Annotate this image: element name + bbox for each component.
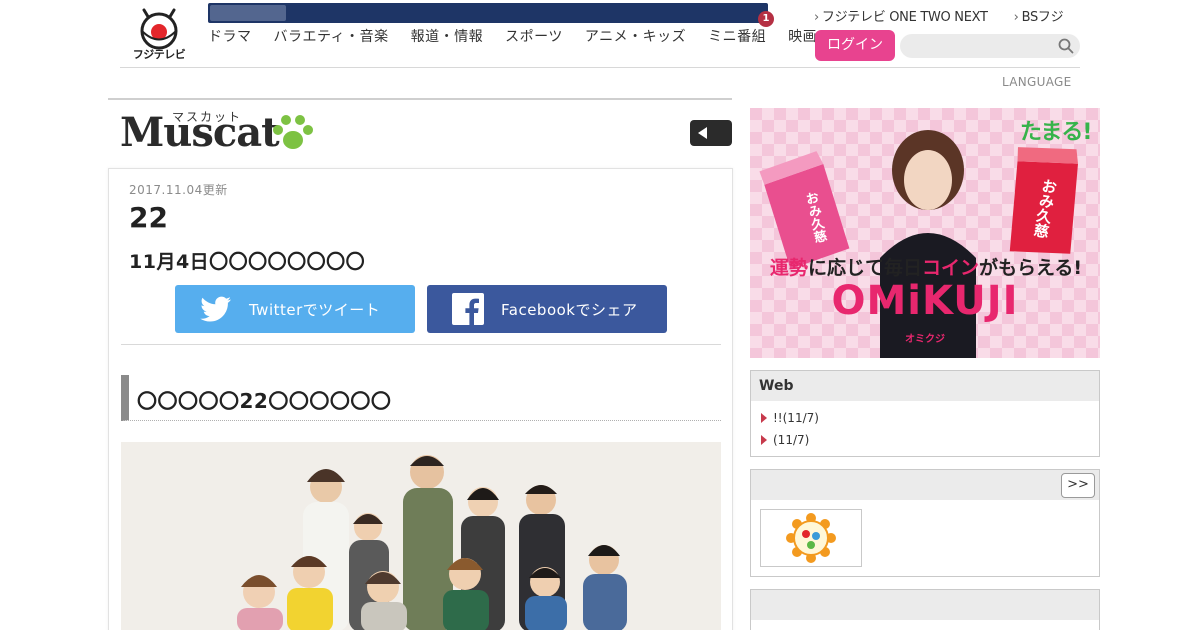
section-heading-text: 〇〇〇〇〇22〇〇〇〇〇〇 [137, 389, 392, 413]
web-box-title: Web [759, 378, 794, 394]
nav-item-mini[interactable]: ミニ番組 [708, 26, 766, 46]
login-button[interactable]: ログイン [815, 30, 895, 61]
web-box-header: Web [751, 371, 1099, 401]
cast-photo-illustration [121, 442, 721, 630]
paw-icon [273, 115, 313, 149]
twitter-share-label: Twitterでツイート [249, 301, 381, 319]
mezamashi-logo-icon [786, 513, 836, 563]
search-input[interactable] [900, 34, 1080, 58]
nav-item-movie[interactable]: 映画 [788, 26, 817, 46]
twitter-bird-icon [200, 296, 231, 322]
list-item[interactable]: !!(11/7) [761, 409, 1099, 431]
muscat-logo[interactable]: Muscat [120, 112, 280, 154]
post-title: 22 [129, 201, 168, 234]
logo-text: フジテレビ [132, 48, 186, 61]
main-top-rule [108, 98, 732, 100]
post-subtitle: 11月4日〇〇〇〇〇〇〇〇 [129, 251, 366, 273]
link-bs-fuji-label: BSフジ [1021, 10, 1064, 25]
program-thumbnail[interactable] [760, 509, 862, 567]
web-box: Web !!(11/7) (11/7) [750, 370, 1100, 457]
catch-part-3: コイン [921, 257, 979, 279]
language-link[interactable]: LANGUAGE [1002, 75, 1072, 89]
nav-item-anime[interactable]: アニメ・キッズ [585, 26, 686, 46]
catch-part-2: に応じて毎日 [807, 257, 922, 279]
banner-title-kana: オミクジ [905, 334, 945, 345]
post-date: 2017.11.04更新 [129, 183, 228, 197]
nav-item-variety[interactable]: バラエティ・音楽 [274, 26, 389, 46]
chevron-right-icon: › [1013, 10, 1019, 25]
facebook-share-button[interactable]: Facebookでシェア [427, 285, 667, 333]
notification-badge[interactable]: 1 [758, 11, 774, 27]
section-heading: 〇〇〇〇〇22〇〇〇〇〇〇 [121, 375, 721, 421]
list-item[interactable]: (11/7) [761, 431, 1099, 453]
search-icon[interactable] [1058, 38, 1074, 54]
chevron-right-icon: › [814, 10, 819, 25]
article-divider [121, 344, 721, 345]
facebook-f-icon [452, 293, 484, 325]
nav-item-drama[interactable]: ドラマ [208, 26, 252, 46]
web-list: !!(11/7) (11/7) [751, 401, 1099, 453]
web-item-label: !!(11/7) [773, 411, 819, 425]
web-item-label: (11/7) [773, 433, 810, 447]
banner-catchcopy: 運勢に応じて毎日コインがもらえる! [756, 253, 1096, 280]
catch-part-1: 運勢 [769, 257, 808, 279]
top-banner-bar [208, 3, 768, 23]
facebook-share-label: Facebookでシェア [501, 301, 638, 319]
banner-brand: たまる! [1020, 120, 1092, 145]
link-bs-fuji[interactable]: › BSフジ [1014, 6, 1064, 25]
genre-nav: ドラマ バラエティ・音楽 報道・情報 スポーツ アニメ・キッズ ミニ番組 映画 [208, 26, 817, 46]
prev-button[interactable] [690, 120, 732, 146]
triangle-right-icon [761, 434, 767, 445]
top-links: › フジテレビ ONE TWO NEXT › BSフジ [814, 6, 1064, 25]
top-banner-chip[interactable] [210, 5, 286, 21]
program-box: >> [750, 469, 1100, 577]
program-box-header: >> [751, 470, 1099, 500]
catch-part-4: がもらえる! [978, 257, 1083, 279]
sidebar-box-3 [750, 589, 1100, 630]
omikuji-banner[interactable]: おみ久慈 おみ久慈 たまる! 運勢に応じて毎日コインがもらえる! OMiKUJI… [750, 108, 1100, 358]
article-card: 2017.11.04更新 22 11月4日〇〇〇〇〇〇〇〇 Twitterでツイ… [108, 168, 733, 630]
banner-title: OMiKUJI [831, 278, 1019, 324]
nav-item-news[interactable]: 報道・情報 [411, 26, 484, 46]
triangle-right-icon [761, 412, 767, 423]
nav-item-sports[interactable]: スポーツ [505, 26, 563, 46]
link-one-two-next[interactable]: › フジテレビ ONE TWO NEXT [814, 6, 988, 25]
global-header: フジテレビ 1 ドラマ バラエティ・音楽 報道・情報 スポーツ アニメ・キッズ … [120, 0, 1080, 89]
link-one-two-next-label: フジテレビ ONE TWO NEXT [821, 10, 988, 25]
cast-photo [121, 442, 721, 630]
twitter-share-button[interactable]: Twitterでツイート [175, 285, 415, 333]
sidebar-box-3-header [751, 590, 1099, 620]
triangle-left-icon [698, 127, 707, 139]
more-button[interactable]: >> [1061, 473, 1095, 498]
